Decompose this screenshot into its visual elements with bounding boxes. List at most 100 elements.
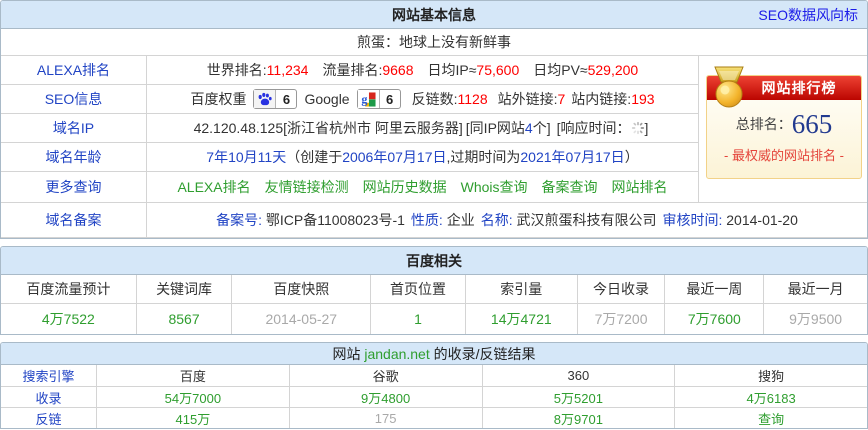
- google-icon: g: [358, 90, 380, 108]
- traffic-rank-value: 9668: [382, 62, 413, 78]
- backlink-count-label: 反链数:: [412, 91, 458, 107]
- site-info-table: ALEXA排名 世界排名:11,234 流量排名:9668 日均IP≈75,60…: [1, 56, 867, 238]
- section-header-basic-info: 网站基本信息 SEO数据风向标: [1, 1, 867, 29]
- backlink-360: 8万9701: [482, 407, 675, 428]
- beian-audit-value: 2014-01-20: [726, 212, 798, 228]
- beian-row-value: 备案号: 鄂ICP备11008023号-1 性质: 企业 名称: 武汉煎蛋科技有…: [147, 203, 867, 238]
- medal-icon: [710, 66, 748, 110]
- daily-pv-label: 日均PV≈: [533, 62, 587, 78]
- baidu-weight-label: 百度权重: [190, 89, 246, 109]
- backlink-google: 175: [289, 407, 482, 428]
- baidu-value-keywords: 8567: [136, 304, 232, 334]
- created-date: 2006年07月17日: [342, 147, 446, 167]
- beian-nature-label: 性质:: [411, 212, 443, 228]
- same-ip-count: 4: [525, 120, 533, 136]
- more-query-row: ALEXA排名 友情链接检测 网站历史数据 Whois查询 备案查询 网站排名: [147, 172, 699, 203]
- section-gap: [0, 239, 868, 246]
- beian-audit-label: 审核时间:: [662, 212, 722, 228]
- daily-pv-value: 529,200: [588, 62, 639, 78]
- page-title: 网站基本信息: [392, 5, 476, 25]
- include-baidu: 54万7000: [96, 386, 289, 407]
- link-friend-link-check[interactable]: 友情链接检测: [265, 177, 349, 197]
- baidu-value-index: 14万4721: [465, 304, 577, 334]
- rank-slogan: - 最权威的网站排名 -: [707, 145, 861, 164]
- ip-location: [浙江省杭州市 阿里云服务器]: [283, 118, 463, 138]
- rank-panel-title: 网站排行榜: [762, 78, 837, 98]
- link-site-rank[interactable]: 网站排名: [612, 177, 668, 197]
- baidu-col-header: 今日收录: [577, 275, 665, 304]
- google-label: Google: [304, 91, 349, 107]
- row-label-beian: 域名备案: [1, 203, 147, 238]
- internal-links-label: 站内链接:: [571, 91, 631, 107]
- domain-age-value: 7年10月11天: [206, 147, 286, 167]
- daily-ip-label: 日均IP≈: [428, 62, 477, 78]
- beian-name-label: 名称:: [481, 212, 513, 228]
- ip-address: 42.120.48.125: [194, 120, 284, 136]
- baidu-col-header: 索引量: [465, 275, 577, 304]
- include-google: 9万4800: [289, 386, 482, 407]
- same-ip-sites-link[interactable]: [同IP网站4个]: [466, 118, 551, 138]
- engine-sogou: 搜狗: [674, 365, 867, 386]
- baidu-value-today: 7万7200: [577, 304, 665, 334]
- baidu-weight-value: 6: [276, 90, 296, 108]
- svg-text:g: g: [361, 92, 367, 106]
- row-label-seo: SEO信息: [1, 85, 147, 114]
- alexa-row-value: 世界排名:11,234 流量排名:9668 日均IP≈75,600 日均PV≈5…: [147, 56, 699, 85]
- domain-age-row-value: 7年10月11天 （创建于2006年07月17日,过期时间为2021年07月17…: [147, 143, 699, 172]
- site-subtitle: 煎蛋：地球上没有新鲜事: [1, 29, 867, 56]
- baidu-col-header: 最近一周: [664, 275, 763, 304]
- section-gap: [0, 335, 868, 342]
- seo-row-value: 百度权重 6 Google: [147, 85, 699, 114]
- include-backlink-section: 网站 jandan.net 的收录/反链结果 搜索引擎 百度 谷歌 360 搜狗…: [0, 342, 868, 429]
- baidu-value-homepage-pos: 1: [370, 304, 465, 334]
- external-links-value: 7: [558, 91, 566, 107]
- baidu-col-header: 首页位置: [370, 275, 465, 304]
- internal-links-value: 193: [631, 91, 654, 107]
- backlink-row-label: 反链: [1, 407, 96, 428]
- traffic-rank-label: 流量排名:: [322, 62, 382, 78]
- rank-panel-cell: 网站排行榜: [699, 56, 867, 203]
- google-pr-badge[interactable]: g 6: [357, 89, 401, 109]
- daily-ip-value: 75,600: [476, 62, 519, 78]
- site-rank-panel[interactable]: 网站排行榜: [706, 75, 862, 179]
- result-domain: jandan.net: [364, 346, 429, 362]
- engine-header-label: 搜索引擎: [1, 365, 96, 386]
- google-pr-value: 6: [380, 90, 400, 108]
- baidu-col-header: 百度快照: [231, 275, 370, 304]
- seo-trend-link[interactable]: SEO数据风向标: [758, 5, 858, 25]
- site-basic-info-section: 网站基本信息 SEO数据风向标 煎蛋：地球上没有新鲜事 ALEXA排名 世界排名…: [0, 0, 868, 239]
- engine-360: 360: [482, 365, 675, 386]
- engine-google: 谷歌: [289, 365, 482, 386]
- world-rank-value: 11,234: [267, 62, 309, 78]
- backlink-sogou-query-link[interactable]: 查询: [674, 407, 867, 428]
- response-time-label: [响应时间：: [557, 120, 631, 136]
- baidu-weight-badge[interactable]: 6: [253, 89, 297, 109]
- link-whois-query[interactable]: Whois查询: [461, 177, 528, 197]
- external-links-label: 站外链接:: [498, 91, 558, 107]
- baidu-value-snapshot: 2014-05-27: [231, 304, 370, 334]
- include-360: 5万5201: [482, 386, 675, 407]
- baidu-col-header: 百度流量预计: [1, 275, 136, 304]
- include-row-label: 收录: [1, 386, 96, 407]
- section-header-results: 网站 jandan.net 的收录/反链结果: [1, 343, 867, 365]
- baidu-related-section: 百度相关 百度流量预计 关键词库 百度快照 首页位置 索引量 今日收录 最近一周…: [0, 246, 868, 335]
- world-rank-label: 世界排名:: [207, 62, 267, 78]
- beian-name-value: 武汉煎蛋科技有限公司: [516, 212, 656, 228]
- row-label-more-query: 更多查询: [1, 172, 147, 203]
- result-title-suffix: 的收录/反链结果: [430, 346, 536, 362]
- result-table: 搜索引擎 百度 谷歌 360 搜狗 收录 54万7000 9万4800 5万52…: [1, 365, 867, 428]
- baidu-col-header: 最近一月: [763, 275, 867, 304]
- baidu-table: 百度流量预计 关键词库 百度快照 首页位置 索引量 今日收录 最近一周 最近一月…: [1, 275, 867, 334]
- link-site-history-data[interactable]: 网站历史数据: [363, 177, 447, 197]
- baidu-col-header: 关键词库: [136, 275, 232, 304]
- link-beian-query[interactable]: 备案查询: [542, 177, 598, 197]
- beian-number-label: 备案号:: [216, 212, 262, 228]
- ip-row-value: 42.120.48.125[浙江省杭州市 阿里云服务器] [同IP网站4个] […: [147, 114, 699, 143]
- backlink-baidu: 415万: [96, 407, 289, 428]
- row-label-alexa: ALEXA排名: [1, 56, 147, 85]
- engine-baidu: 百度: [96, 365, 289, 386]
- baidu-value-week: 7万7600: [664, 304, 763, 334]
- backlink-count-value: 1128: [458, 91, 488, 107]
- rank-total-label: 总排名：: [736, 116, 792, 132]
- link-alexa-rank[interactable]: ALEXA排名: [177, 177, 250, 197]
